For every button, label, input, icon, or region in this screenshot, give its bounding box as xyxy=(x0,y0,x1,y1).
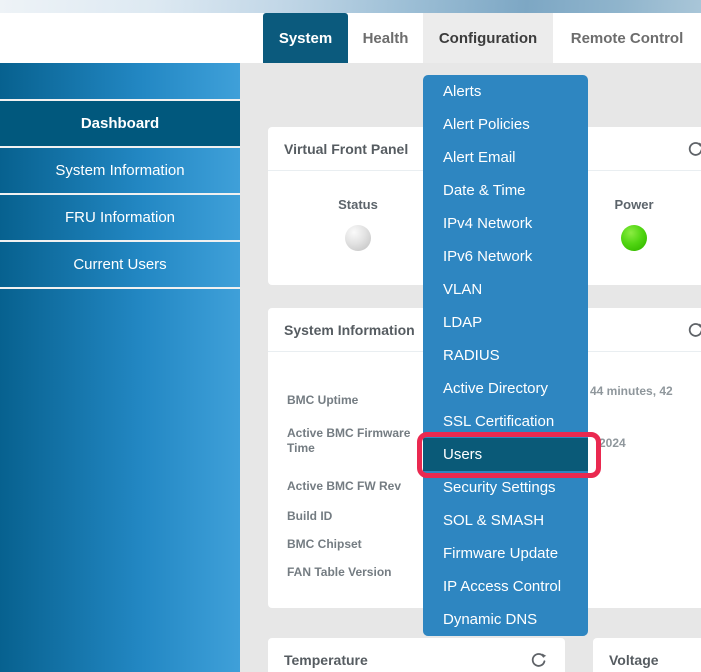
tab-configuration[interactable]: Configuration xyxy=(423,13,553,63)
power-indicator-label: Power xyxy=(589,197,679,212)
menu-item-users[interactable]: Users xyxy=(423,438,588,471)
bmc-uptime-label: BMC Uptime xyxy=(287,393,358,408)
menu-item-alert-email[interactable]: Alert Email xyxy=(423,141,588,174)
menu-item-active-directory[interactable]: Active Directory xyxy=(423,372,588,405)
menu-item-sol-smash[interactable]: SOL & SMASH xyxy=(423,504,588,537)
sidebar: Dashboard System Information FRU Informa… xyxy=(0,63,240,672)
menu-item-ipv6-network[interactable]: IPv6 Network xyxy=(423,240,588,273)
sky-banner-image xyxy=(0,0,701,13)
tab-system[interactable]: System xyxy=(263,13,348,63)
menu-item-ldap[interactable]: LDAP xyxy=(423,306,588,339)
refresh-icon[interactable] xyxy=(687,322,701,339)
menu-item-dynamic-dns[interactable]: Dynamic DNS xyxy=(423,603,588,636)
menu-item-ssl-certification[interactable]: SSL Certification xyxy=(423,405,588,438)
voltage-header: Voltage xyxy=(593,638,701,672)
refresh-icon[interactable] xyxy=(687,141,701,158)
temperature-title: Temperature xyxy=(284,652,368,668)
menu-item-alerts[interactable]: Alerts xyxy=(423,75,588,108)
menu-item-vlan[interactable]: VLAN xyxy=(423,273,588,306)
tab-health[interactable]: Health xyxy=(348,13,423,63)
active-bmc-firmware-time-value: 2024 xyxy=(599,436,626,451)
build-id-label: Build ID xyxy=(287,509,332,524)
sidebar-item-current-users[interactable]: Current Users xyxy=(0,242,240,289)
active-bmc-fw-rev-label: Active BMC FW Rev xyxy=(287,479,401,494)
sidebar-top-band xyxy=(0,63,240,101)
menu-item-ipv4-network[interactable]: IPv4 Network xyxy=(423,207,588,240)
sidebar-item-dashboard[interactable]: Dashboard xyxy=(0,101,240,148)
tab-remote-control[interactable]: Remote Control xyxy=(553,13,701,63)
status-indicator: Status xyxy=(313,197,403,251)
top-navigation: System Health Configuration Remote Contr… xyxy=(0,13,701,63)
menu-item-firmware-update[interactable]: Firmware Update xyxy=(423,537,588,570)
menu-item-security-settings[interactable]: Security Settings xyxy=(423,471,588,504)
system-information-title: System Information xyxy=(284,322,415,338)
temperature-header: Temperature xyxy=(268,638,565,672)
temperature-card: Temperature xyxy=(268,638,565,672)
configuration-dropdown-menu: Alerts Alert Policies Alert Email Date &… xyxy=(423,75,588,636)
power-indicator: Power xyxy=(589,197,679,251)
refresh-icon[interactable] xyxy=(530,652,547,669)
bmc-chipset-label: BMC Chipset xyxy=(287,537,362,552)
fan-table-version-label: FAN Table Version xyxy=(287,565,391,580)
menu-item-alert-policies[interactable]: Alert Policies xyxy=(423,108,588,141)
sidebar-item-fru-information[interactable]: FRU Information xyxy=(0,195,240,242)
voltage-title: Voltage xyxy=(609,652,659,668)
active-bmc-firmware-time-label: Active BMC Firmware Time xyxy=(287,426,429,456)
menu-item-radius[interactable]: RADIUS xyxy=(423,339,588,372)
power-led-on xyxy=(621,225,647,251)
status-indicator-label: Status xyxy=(313,197,403,212)
menu-item-date-time[interactable]: Date & Time xyxy=(423,174,588,207)
status-led-off xyxy=(345,225,371,251)
sidebar-item-system-information[interactable]: System Information xyxy=(0,148,240,195)
bmc-dashboard-page: System Health Configuration Remote Contr… xyxy=(0,0,701,672)
menu-item-ip-access-control[interactable]: IP Access Control xyxy=(423,570,588,603)
virtual-front-panel-title: Virtual Front Panel xyxy=(284,141,408,157)
bmc-uptime-value: 44 minutes, 42 xyxy=(590,384,673,399)
voltage-card: Voltage xyxy=(593,638,701,672)
